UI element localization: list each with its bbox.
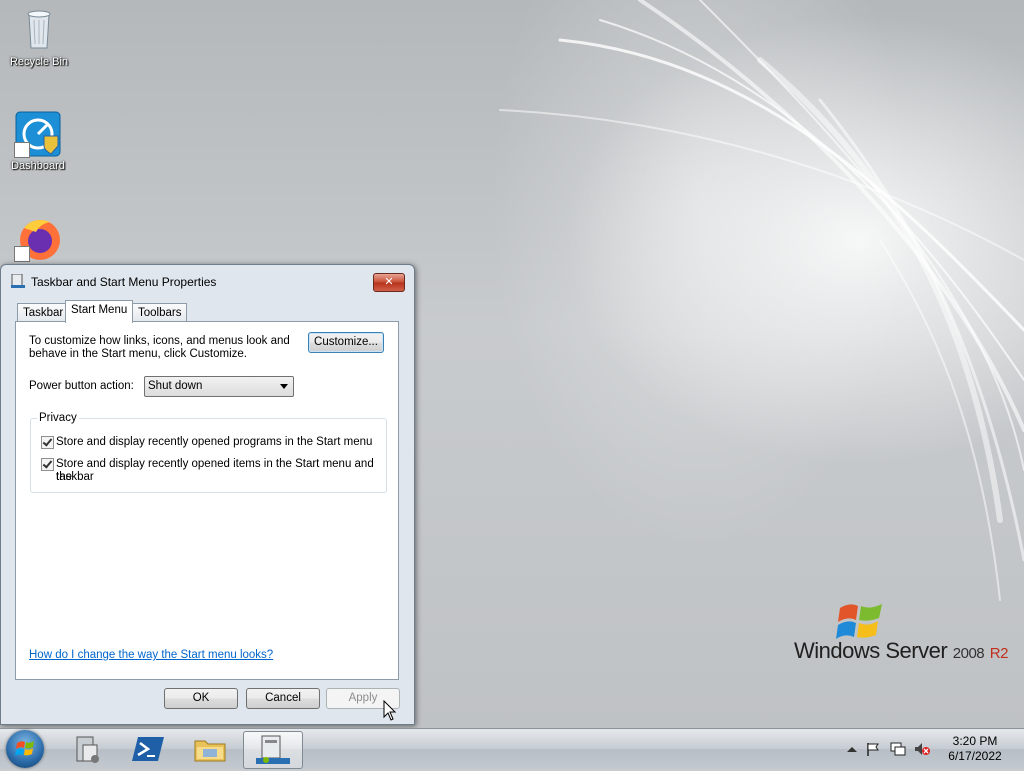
ok-button[interactable]: OK bbox=[164, 688, 238, 709]
help-link[interactable]: How do I change the way the Start menu l… bbox=[29, 649, 273, 661]
power-button-label: Power button action: bbox=[29, 380, 134, 392]
recent-items-label-line1[interactable]: Store and display recently opened items … bbox=[56, 458, 386, 484]
taskbar-properties-dialog: Taskbar and Start Menu Properties ✕ Task… bbox=[0, 264, 415, 725]
desktop-icon-label: Dashboard bbox=[11, 160, 65, 172]
desktop-icon-dashboard[interactable]: Dashboard bbox=[0, 110, 76, 172]
taskbar-properties-icon bbox=[11, 274, 25, 288]
clock-date: 6/17/2022 bbox=[948, 749, 1002, 763]
taskbar: 3:20 PM 6/17/2022 bbox=[0, 728, 1024, 769]
taskbar-powershell[interactable] bbox=[120, 731, 178, 767]
brand-text: Windows Server bbox=[794, 638, 948, 663]
desktop-icon-firefox[interactable] bbox=[0, 214, 76, 262]
recent-items-label-line2[interactable]: taskbar bbox=[56, 471, 94, 484]
edition-text: R2 bbox=[989, 645, 1009, 662]
privacy-legend: Privacy bbox=[37, 412, 79, 425]
customize-description-line1: To customize how links, icons, and menus… bbox=[29, 335, 290, 347]
file-explorer-icon bbox=[194, 740, 226, 762]
recycle-bin-icon bbox=[15, 6, 63, 54]
privacy-group: Privacy Store and display recently opene… bbox=[30, 412, 387, 493]
firefox-icon bbox=[14, 214, 62, 262]
tab-toolbars[interactable]: Toolbars bbox=[132, 303, 188, 322]
recent-items-checkbox[interactable] bbox=[41, 458, 54, 471]
cancel-button[interactable]: Cancel bbox=[246, 688, 320, 709]
tray-clock[interactable]: 3:20 PM 6/17/2022 bbox=[935, 734, 1015, 764]
tab-taskbar[interactable]: Taskbar bbox=[17, 303, 70, 322]
version-text: 2008 bbox=[952, 645, 985, 662]
start-button[interactable] bbox=[6, 730, 44, 768]
shortcut-arrow-icon bbox=[14, 142, 30, 158]
windows-server-logo: Windows Server 2008 R2 bbox=[794, 600, 1008, 670]
tab-start-menu[interactable]: Start Menu bbox=[65, 300, 134, 323]
desktop-icon-recycle-bin[interactable]: Recycle Bin bbox=[1, 6, 77, 68]
chevron-down-icon bbox=[280, 384, 288, 389]
taskbar-properties-window[interactable] bbox=[243, 731, 303, 769]
windows-flag-icon bbox=[836, 604, 882, 639]
recent-programs-label[interactable]: Store and display recently opened progra… bbox=[56, 436, 372, 449]
taskbar-properties-icon bbox=[256, 735, 290, 764]
clock-time: 3:20 PM bbox=[952, 734, 998, 748]
recent-programs-checkbox[interactable] bbox=[41, 436, 54, 449]
dialog-title: Taskbar and Start Menu Properties bbox=[31, 275, 217, 289]
shortcut-arrow-icon bbox=[14, 246, 30, 262]
mouse-cursor-icon bbox=[383, 700, 397, 721]
desktop-icon-label: Recycle Bin bbox=[9, 56, 69, 68]
dashboard-icon bbox=[14, 110, 62, 158]
customize-button[interactable]: Customize... bbox=[308, 332, 384, 353]
dialog-titlebar[interactable]: Taskbar and Start Menu Properties ✕ bbox=[1, 265, 414, 297]
network-icon[interactable] bbox=[890, 742, 906, 756]
powershell-icon bbox=[132, 737, 164, 761]
start-menu-tab-panel: To customize how links, icons, and menus… bbox=[15, 321, 399, 680]
show-hidden-icons-icon[interactable] bbox=[844, 742, 860, 756]
start-orb-icon bbox=[15, 741, 34, 756]
server-manager-icon bbox=[76, 736, 99, 763]
power-button-value: Shut down bbox=[148, 380, 203, 392]
taskbar-server-manager[interactable] bbox=[59, 731, 117, 767]
action-center-flag-icon[interactable] bbox=[865, 742, 881, 756]
windows-server-wordmark: Windows Server 2008 R2 bbox=[794, 638, 1008, 664]
volume-muted-icon[interactable] bbox=[914, 742, 930, 756]
close-button[interactable]: ✕ bbox=[373, 273, 405, 292]
customize-description-line2: behave in the Start menu, click Customiz… bbox=[29, 348, 247, 360]
taskbar-file-explorer[interactable] bbox=[181, 731, 239, 767]
power-button-action-select[interactable]: Shut down bbox=[144, 376, 294, 397]
